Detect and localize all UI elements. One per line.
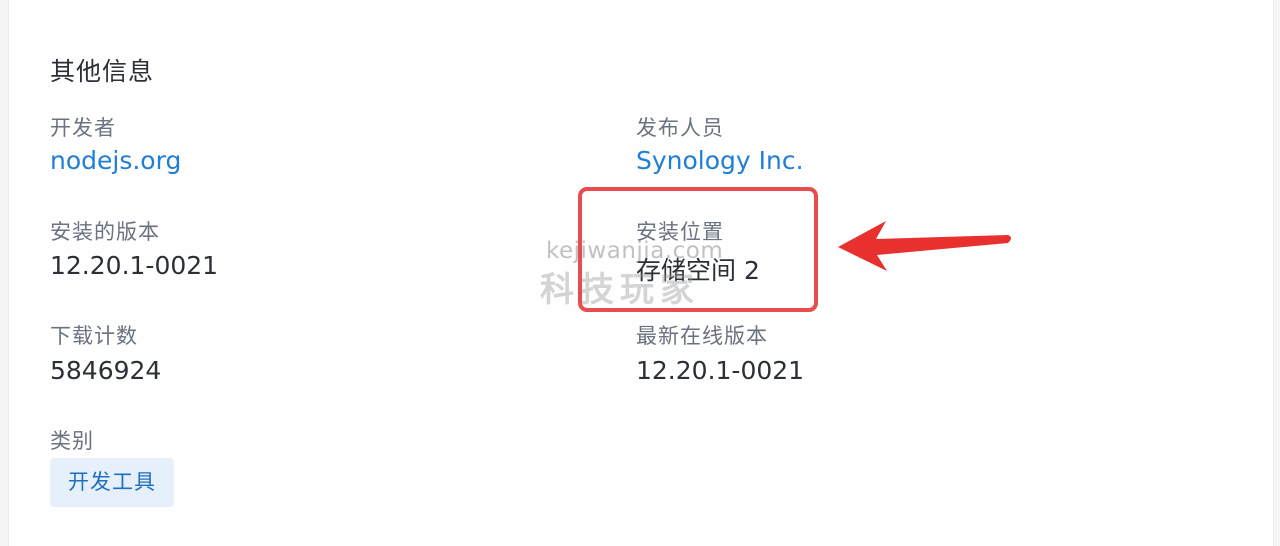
download-count-label: 下载计数	[50, 324, 138, 348]
annotation-arrow-icon	[838, 221, 1011, 271]
installed-version-label: 安装的版本	[50, 220, 160, 244]
installed-version-value: 12.20.1-0021	[50, 251, 219, 280]
developer-label: 开发者	[50, 116, 116, 140]
highlight-box	[578, 187, 818, 312]
developer-link[interactable]: nodejs.org	[50, 146, 181, 175]
latest-version-label: 最新在线版本	[636, 324, 768, 348]
download-count-value: 5846924	[50, 356, 162, 385]
category-label: 类别	[50, 429, 94, 453]
category-tag[interactable]: 开发工具	[50, 458, 174, 507]
publisher-link[interactable]: Synology Inc.	[636, 146, 804, 175]
latest-version-value: 12.20.1-0021	[636, 356, 805, 385]
publisher-label: 发布人员	[636, 116, 724, 140]
section-title: 其他信息	[50, 57, 155, 86]
